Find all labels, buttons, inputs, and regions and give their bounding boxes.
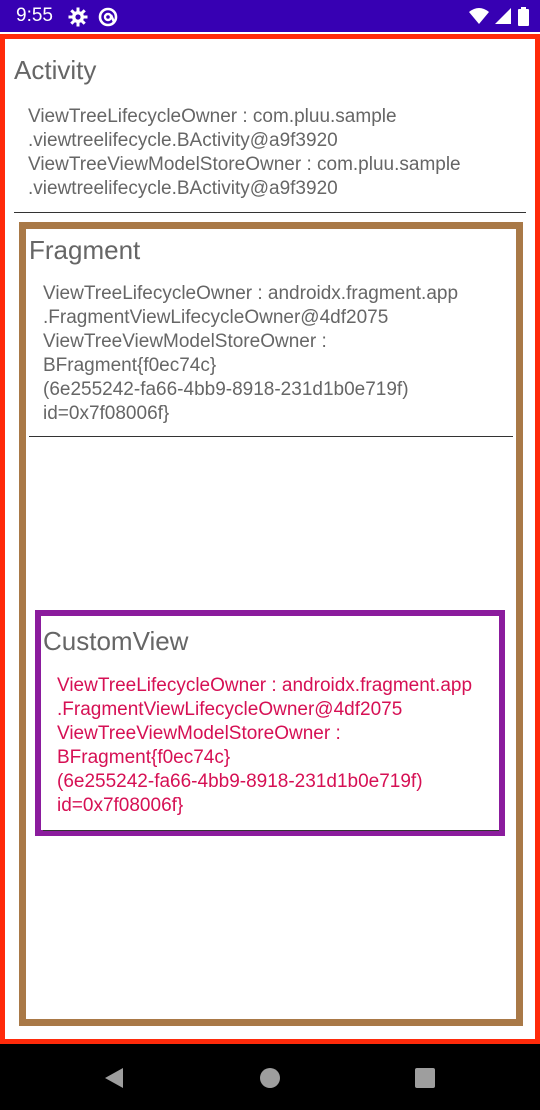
navigation-bar	[0, 1044, 540, 1110]
custom-view-divider	[43, 830, 499, 831]
fragment-info-line: ViewTreeLifecycleOwner : androidx.fragme…	[43, 283, 459, 304]
recents-icon[interactable]	[415, 1068, 435, 1093]
battery-icon	[518, 7, 529, 31]
fragment-info-line: .FragmentViewLifecycleOwner@4df2075	[43, 307, 389, 328]
activity-container: Activity ViewTreeLifecycleOwner : com.pl…	[0, 34, 540, 1044]
fragment-divider	[29, 436, 513, 437]
custom-view-info-line: ViewTreeLifecycleOwner : androidx.fragme…	[57, 675, 473, 696]
activity-info-line: ViewTreeLifecycleOwner : com.pluu.sample	[28, 106, 397, 127]
activity-title: Activity	[14, 55, 97, 85]
fragment-owner-info: ViewTreeLifecycleOwner : androidx.fragme…	[43, 282, 458, 426]
activity-info-line: ViewTreeViewModelStoreOwner : com.pluu.s…	[28, 154, 461, 175]
custom-view-owner-info: ViewTreeLifecycleOwner : androidx.fragme…	[57, 674, 472, 818]
fragment-info-line: ViewTreeViewModelStoreOwner :	[43, 331, 327, 352]
custom-view-container: CustomView ViewTreeLifecycleOwner : andr…	[35, 610, 505, 836]
custom-view-title: CustomView	[43, 626, 189, 656]
custom-view-info-line: ViewTreeViewModelStoreOwner :	[57, 723, 341, 744]
home-icon[interactable]	[259, 1067, 281, 1094]
fragment-container: Fragment ViewTreeLifecycleOwner : androi…	[19, 222, 523, 1026]
back-icon[interactable]	[104, 1067, 124, 1094]
fragment-info-line: id=0x7f08006f}	[43, 403, 170, 424]
signal-icon	[494, 7, 512, 30]
fragment-info-line: (6e255242-fa66-4bb9-8918-231d1b0e719f)	[43, 379, 409, 400]
app-content: Activity ViewTreeLifecycleOwner : com.pl…	[0, 32, 540, 1044]
gear-icon	[68, 7, 88, 32]
custom-view-info-line: id=0x7f08006f}	[57, 795, 184, 816]
fragment-title: Fragment	[29, 235, 141, 265]
at-sign-icon	[98, 7, 118, 32]
activity-info-line: .viewtreelifecycle.BActivity@a9f3920	[28, 130, 338, 151]
custom-view-info-line: .FragmentViewLifecycleOwner@4df2075	[57, 699, 403, 720]
custom-view-info-line: BFragment{f0ec74c}	[57, 747, 231, 768]
fragment-info-line: BFragment{f0ec74c}	[43, 355, 217, 376]
status-bar: 9:55	[0, 0, 540, 32]
custom-view-info-line: (6e255242-fa66-4bb9-8918-231d1b0e719f)	[57, 771, 423, 792]
activity-divider	[14, 212, 526, 213]
activity-owner-info: ViewTreeLifecycleOwner : com.pluu.sample…	[28, 105, 461, 201]
wifi-icon	[468, 7, 490, 30]
status-time: 9:55	[16, 5, 53, 26]
activity-info-line: .viewtreelifecycle.BActivity@a9f3920	[28, 178, 338, 199]
